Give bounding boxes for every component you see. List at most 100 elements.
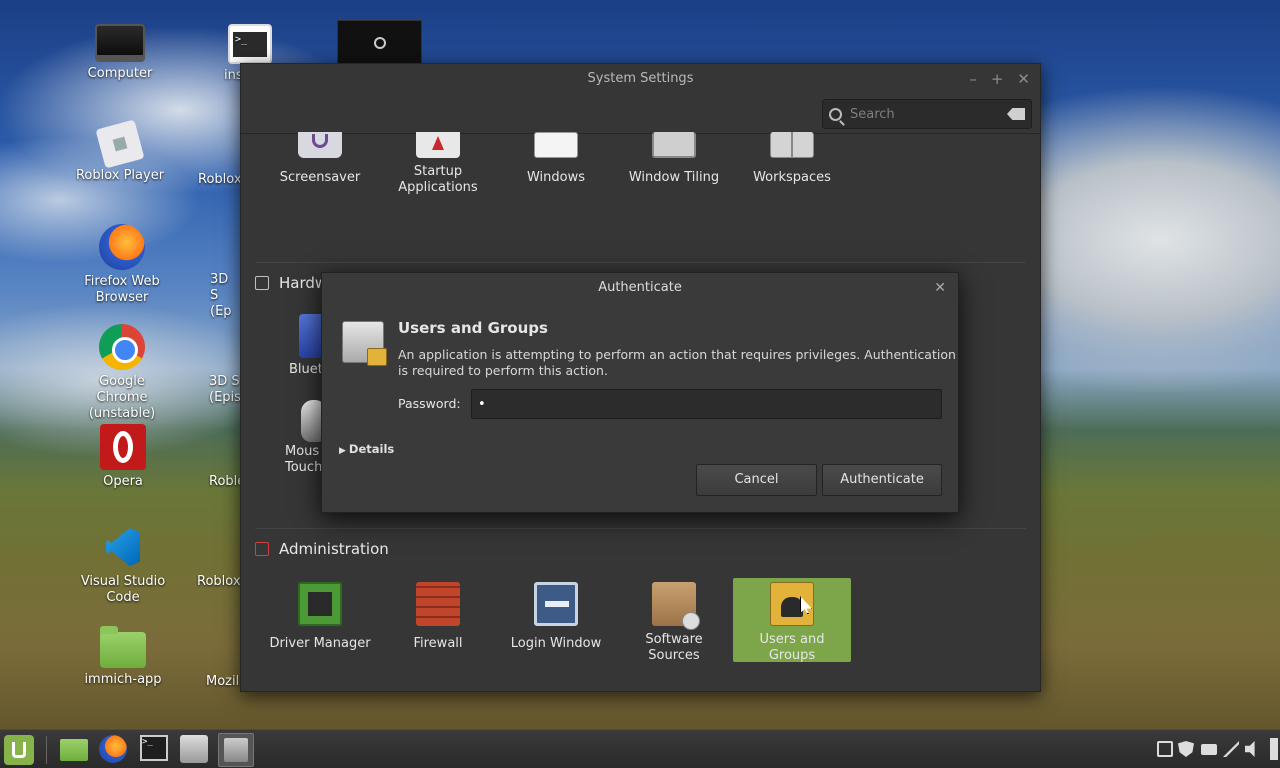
- network-icon[interactable]: [1223, 741, 1239, 757]
- desktop-icon-vscode[interactable]: Visual Studio Code: [73, 524, 173, 606]
- section-divider: [255, 262, 1026, 263]
- desktop-icon-opera[interactable]: Opera: [73, 424, 173, 490]
- screensaver-icon: [298, 132, 342, 158]
- tile-label: Mous Touch: [285, 444, 323, 475]
- shield-icon[interactable]: [1178, 741, 1194, 757]
- search-icon: [829, 107, 842, 121]
- preferences-row: Screensaver Startup Applications Windows…: [261, 132, 1040, 196]
- opera-icon: [100, 424, 146, 470]
- menu-button[interactable]: [4, 735, 34, 765]
- keyboard-icon[interactable]: [1201, 744, 1217, 755]
- files-launcher[interactable]: [60, 735, 90, 765]
- administration-section-icon: [255, 542, 269, 556]
- tile-startup-applications[interactable]: Startup Applications: [379, 132, 497, 196]
- tile-users-and-groups[interactable]: Users and Groups: [733, 578, 851, 663]
- administration-row: Driver Manager Firewall Login Window Sof…: [261, 578, 1040, 663]
- password-label: Password:: [398, 396, 461, 411]
- search-placeholder: Search: [850, 106, 895, 122]
- window-tiling-icon: [652, 132, 696, 158]
- tile-label: Windows: [526, 170, 586, 185]
- driver-manager-icon: [298, 582, 342, 626]
- window-title: System Settings: [587, 71, 694, 86]
- tile-mouse-touchpad[interactable]: Mous Touch: [285, 400, 327, 476]
- close-icon[interactable]: ✕: [934, 273, 946, 303]
- details-expander[interactable]: ▶ Details: [339, 442, 394, 456]
- firefox-icon: [99, 224, 145, 270]
- dialog-titlebar[interactable]: Authenticate ✕: [322, 273, 958, 303]
- desktop-icon-3d-space-2[interactable]: 3D S (Epis: [200, 374, 241, 406]
- terminal-icon: >_: [140, 735, 168, 761]
- clear-search-icon[interactable]: [1007, 108, 1025, 120]
- desktop-icon-roblox[interactable]: Roblox: [190, 172, 242, 188]
- system-settings-task[interactable]: [218, 733, 254, 767]
- desktop-icon-roblox-2[interactable]: Roble: [200, 474, 246, 490]
- tile-screensaver[interactable]: Screensaver: [261, 132, 379, 196]
- desktop-icon-firefox[interactable]: Firefox Web Browser: [72, 224, 172, 306]
- firefox-icon: [99, 735, 127, 763]
- desktop-icon-roblox-3[interactable]: Roblox: [190, 574, 241, 590]
- tile-label: Login Window: [510, 636, 602, 651]
- desktop-icon-label: 3D S (Epis: [209, 374, 241, 405]
- roblox-icon: [95, 119, 145, 169]
- desktop-icon-label: 3D S (Ep: [210, 272, 232, 319]
- tile-label: Screensaver: [279, 170, 361, 185]
- dialog-title: Authenticate: [598, 280, 682, 295]
- startup-icon: [416, 132, 460, 158]
- terminal-launcher[interactable]: >_: [140, 735, 170, 765]
- authenticate-button[interactable]: Authenticate: [822, 464, 942, 496]
- minimize-icon[interactable]: –: [969, 64, 977, 94]
- folder-icon: [100, 626, 146, 668]
- taskbar: >_: [0, 729, 1280, 768]
- hardware-section-header: Hardw: [255, 274, 327, 292]
- desktop-icon-mozilla[interactable]: Mozil: [196, 674, 240, 690]
- desktop-icon-label: Mozil: [206, 674, 240, 689]
- tile-window-tiling[interactable]: Window Tiling: [615, 132, 733, 196]
- sliders-icon: [180, 735, 208, 763]
- hardware-section-title: Hardw: [279, 274, 328, 292]
- cancel-button[interactable]: Cancel: [696, 464, 817, 496]
- tile-label: Window Tiling: [628, 170, 720, 185]
- search-field[interactable]: Search: [822, 99, 1032, 129]
- details-label: Details: [348, 442, 395, 456]
- tile-driver-manager[interactable]: Driver Manager: [261, 578, 379, 662]
- desktop-icon-immich-app[interactable]: immich-app: [73, 624, 173, 688]
- system-settings-icon: [224, 738, 248, 762]
- update-manager-icon[interactable]: [1157, 741, 1173, 757]
- terminal-icon: [228, 24, 272, 64]
- desktop-thumbnail[interactable]: [337, 20, 422, 64]
- window-titlebar[interactable]: System Settings – + ✕: [241, 64, 1040, 96]
- tile-label: Software Sources: [645, 632, 703, 663]
- tile-label: Firewall: [413, 636, 463, 651]
- lock-icon: [367, 348, 387, 366]
- window-toolbar: Search: [241, 96, 1040, 134]
- folder-icon: [60, 739, 88, 761]
- volume-icon[interactable]: [1245, 741, 1255, 757]
- desktop-icon-roblox-player[interactable]: Roblox Player: [70, 119, 170, 184]
- tile-workspaces[interactable]: Workspaces: [733, 132, 851, 196]
- desktop-icon-computer[interactable]: Computer: [70, 24, 170, 82]
- password-field[interactable]: [471, 389, 942, 419]
- desktop-icon-label: Roble: [209, 474, 246, 489]
- tile-label: Workspaces: [753, 170, 831, 185]
- desktop-icon-label: Roblox: [198, 172, 242, 187]
- thumbnail-logo-icon: [374, 37, 386, 49]
- desktop-icon-label: Opera: [103, 474, 143, 489]
- desktop-icon-3d-space[interactable]: 3D S (Ep: [200, 272, 240, 320]
- desktop-icon-chrome[interactable]: Google Chrome (unstable): [72, 324, 172, 422]
- maximize-icon[interactable]: +: [991, 64, 1004, 94]
- desktop-icon-label: Google Chrome (unstable): [88, 374, 156, 421]
- tile-software-sources[interactable]: Software Sources: [615, 578, 733, 663]
- close-icon[interactable]: ✕: [1017, 64, 1030, 94]
- users-groups-icon: [342, 321, 387, 366]
- tile-label: Driver Manager: [269, 636, 371, 651]
- authenticate-dialog: Authenticate ✕ Users and Groups An appli…: [321, 272, 959, 513]
- login-window-icon: [534, 582, 578, 626]
- tile-windows[interactable]: Windows: [497, 132, 615, 196]
- desktop-icon-label: Firefox Web Browser: [84, 274, 160, 305]
- tile-login-window[interactable]: Login Window: [497, 578, 615, 662]
- expander-arrow-icon: ▶: [339, 446, 346, 456]
- settings-launcher[interactable]: [180, 735, 210, 765]
- clock-partial[interactable]: [1270, 738, 1278, 760]
- tile-firewall[interactable]: Firewall: [379, 578, 497, 662]
- firefox-launcher[interactable]: [99, 735, 129, 765]
